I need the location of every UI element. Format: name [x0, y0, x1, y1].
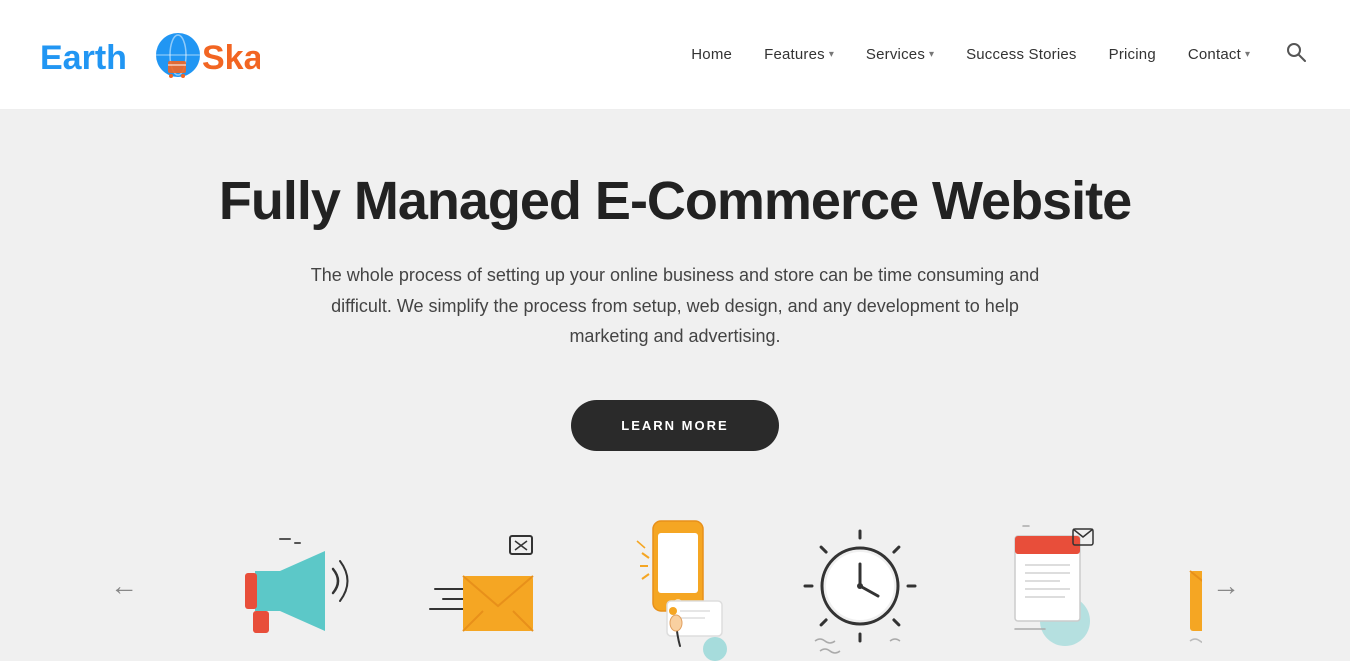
nav-success-stories[interactable]: Success Stories [966, 46, 1077, 63]
nav-features-dropdown[interactable]: Features ▾ [764, 46, 834, 63]
icon-document [148, 521, 165, 661]
nav-pricing[interactable]: Pricing [1109, 46, 1156, 63]
icon-megaphone-svg [225, 521, 355, 661]
nav-home[interactable]: Home [691, 46, 732, 63]
logo-svg: Earth Skater [40, 25, 260, 85]
nav-features[interactable]: Features [764, 46, 825, 63]
icon-clock-svg [795, 521, 925, 661]
carousel-prev-button[interactable]: ← [100, 560, 148, 612]
icon-carousel: ← [80, 511, 1270, 661]
icon-document-svg [148, 521, 165, 661]
hero-section: Fully Managed E-Commerce Website The who… [0, 110, 1350, 661]
icon-email2-svg [1175, 521, 1202, 661]
hero-description: The whole process of setting up your onl… [295, 260, 1055, 352]
main-nav: Home Features ▾ Services ▾ Success Stori… [691, 38, 1310, 72]
icon-email [415, 521, 545, 661]
learn-more-button[interactable]: LEARN MORE [571, 400, 778, 451]
search-icon [1286, 42, 1306, 62]
search-button[interactable] [1282, 38, 1310, 72]
site-header: Earth Skater Home Features ▾ Services ▾ … [0, 0, 1350, 110]
features-chevron: ▾ [829, 49, 834, 60]
icon-report-svg [985, 521, 1115, 661]
svg-text:Skater: Skater [202, 39, 260, 77]
icon-report [985, 521, 1115, 661]
services-chevron: ▾ [929, 49, 934, 60]
nav-contact[interactable]: Contact [1188, 46, 1241, 63]
icon-email2 [1175, 521, 1202, 661]
nav-services-dropdown[interactable]: Services ▾ [866, 46, 934, 63]
icons-container [148, 511, 1202, 661]
icon-megaphone [225, 521, 355, 661]
svg-text:Earth: Earth [40, 39, 127, 77]
contact-chevron: ▾ [1245, 49, 1250, 60]
carousel-next-button[interactable]: → [1202, 560, 1250, 612]
nav-services[interactable]: Services [866, 46, 925, 63]
hero-title: Fully Managed E-Commerce Website [219, 170, 1131, 232]
icon-email-svg [415, 521, 545, 661]
icon-clock [795, 521, 925, 661]
icon-mobile [605, 511, 735, 661]
logo[interactable]: Earth Skater [40, 25, 260, 85]
nav-contact-dropdown[interactable]: Contact ▾ [1188, 46, 1250, 63]
icon-mobile-svg [605, 511, 735, 661]
